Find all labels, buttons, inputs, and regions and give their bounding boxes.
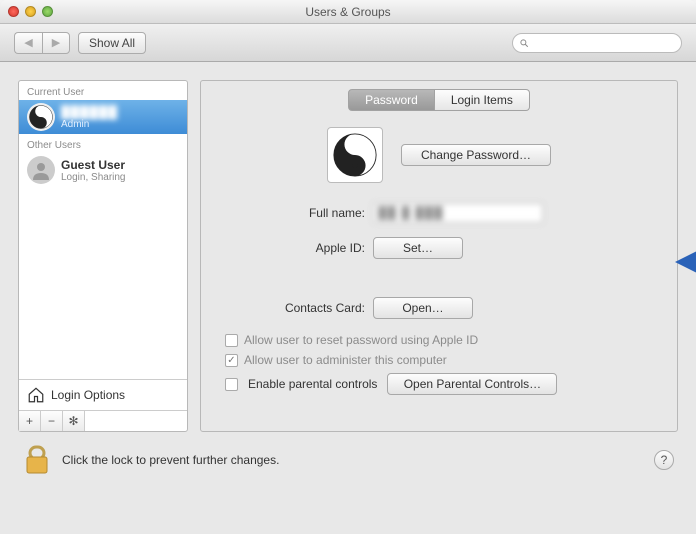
- nav-buttons: ◀ ▶: [14, 32, 70, 54]
- contacts-card-label: Contacts Card:: [215, 301, 365, 315]
- current-user-label: Current User: [19, 81, 187, 100]
- users-sidebar: Current User ██████ Admin Other Users: [18, 80, 188, 432]
- remove-user-button[interactable]: −: [41, 411, 63, 431]
- house-icon: [27, 386, 45, 404]
- sidebar-user-name: Guest User: [61, 158, 126, 172]
- search-icon: [519, 37, 529, 49]
- back-button[interactable]: ◀: [14, 32, 42, 54]
- lock-row: Click the lock to prevent further change…: [18, 444, 678, 476]
- parental-controls-checkbox[interactable]: [225, 378, 238, 391]
- full-name-input[interactable]: [373, 203, 543, 223]
- user-avatar[interactable]: [327, 127, 383, 183]
- lock-text: Click the lock to prevent further change…: [62, 453, 279, 467]
- change-password-button[interactable]: Change Password…: [401, 144, 551, 166]
- sidebar-user-role: Admin: [61, 119, 118, 130]
- sidebar-user-name: ██████: [61, 105, 118, 119]
- open-parental-controls-button[interactable]: Open Parental Controls…: [387, 373, 557, 395]
- tab-password[interactable]: Password: [348, 89, 435, 111]
- user-silhouette-icon: [27, 156, 55, 184]
- sidebar-item-current-user[interactable]: ██████ Admin: [19, 100, 187, 134]
- yinyang-icon: [27, 103, 55, 131]
- sidebar-footer: + − ✻: [19, 410, 187, 431]
- lock-icon[interactable]: [22, 444, 52, 476]
- sidebar-user-role: Login, Sharing: [61, 172, 126, 183]
- help-button[interactable]: ?: [654, 450, 674, 470]
- tab-bar: Password Login Items: [215, 89, 663, 111]
- titlebar: Users & Groups: [0, 0, 696, 24]
- set-apple-id-button[interactable]: Set…: [373, 237, 463, 259]
- apple-id-label: Apple ID:: [215, 241, 365, 255]
- window-title: Users & Groups: [0, 5, 696, 19]
- search-input[interactable]: [533, 37, 675, 49]
- allow-reset-password-checkbox[interactable]: [225, 334, 238, 347]
- prefs-toolbar: ◀ ▶ Show All: [0, 24, 696, 62]
- full-name-label: Full name:: [215, 206, 365, 220]
- allow-reset-password-row: Allow user to reset password using Apple…: [225, 333, 653, 347]
- yinyang-icon: [333, 133, 377, 177]
- forward-button[interactable]: ▶: [42, 32, 70, 54]
- tab-login-items[interactable]: Login Items: [435, 89, 530, 111]
- callout-arrow-icon: [675, 247, 696, 277]
- show-all-button[interactable]: Show All: [78, 32, 146, 54]
- prefs-window: Users & Groups ◀ ▶ Show All Current User…: [0, 0, 696, 534]
- parental-controls-label: Enable parental controls: [248, 377, 377, 391]
- login-options-button[interactable]: Login Options: [19, 380, 187, 410]
- open-contacts-button[interactable]: Open…: [373, 297, 473, 319]
- allow-administer-row: ✓ Allow user to administer this computer: [225, 353, 653, 367]
- action-menu-button[interactable]: ✻: [63, 411, 85, 431]
- add-user-button[interactable]: +: [19, 411, 41, 431]
- allow-administer-checkbox[interactable]: ✓: [225, 354, 238, 367]
- sidebar-item-guest[interactable]: Guest User Login, Sharing: [19, 153, 187, 187]
- other-users-label: Other Users: [19, 134, 187, 153]
- user-detail-panel: Password Login Items Change Password… Fu…: [200, 80, 678, 432]
- search-field[interactable]: [512, 33, 682, 53]
